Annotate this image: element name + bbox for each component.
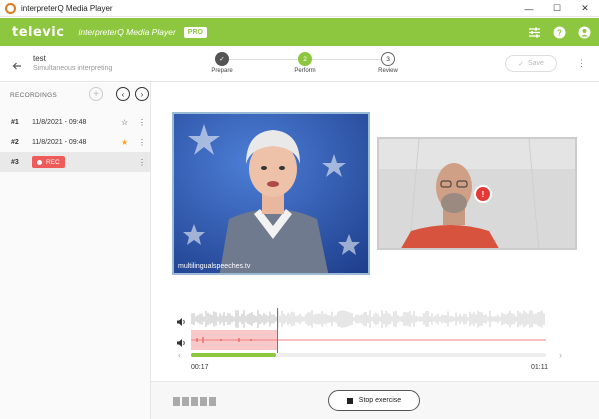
stop-icon: [346, 397, 353, 404]
step-review[interactable]: 3: [381, 52, 395, 66]
stop-exercise-button[interactable]: Stop exercise: [328, 390, 420, 411]
exercise-bar: test Simultaneous interpreting ✓ Prepare…: [0, 46, 599, 82]
more-options-icon[interactable]: ⋮: [138, 158, 146, 167]
recording-item[interactable]: #2 11/8/2021 - 09:48 ★ ⋮: [0, 132, 150, 152]
more-options-icon[interactable]: ⋮: [138, 138, 146, 147]
timeline-progress: [191, 353, 277, 357]
speaker-volume-icon[interactable]: [176, 314, 186, 332]
recordings-title: RECORDINGS: [10, 92, 58, 99]
stepper: ✓ Prepare 2 Perform 3 Review: [210, 52, 400, 80]
app-header: televic interpreterQ Media Player PRO ?: [0, 18, 599, 46]
recording-item-selected[interactable]: #3 REC ⋮: [0, 152, 150, 172]
help-icon[interactable]: ?: [553, 26, 566, 39]
video-watermark: multilingualspeeches.tv: [178, 263, 251, 270]
interpretation-audio-waveform[interactable]: [191, 330, 546, 350]
recording-number: #1: [11, 118, 19, 126]
speaker-video-frame: [174, 114, 368, 273]
rec-badge: REC: [32, 156, 65, 168]
recording-number: #3: [11, 158, 19, 166]
close-button[interactable]: ✕: [571, 0, 599, 17]
step-prepare-label: Prepare: [211, 68, 233, 74]
settings-sliders-icon[interactable]: [528, 26, 541, 39]
source-video[interactable]: multilingualspeeches.tv: [172, 112, 370, 275]
recordings-sidebar: RECORDINGS + ‹ › #1 11/8/2021 - 09:48 ☆ …: [0, 83, 151, 419]
step-prepare-check-icon[interactable]: ✓: [215, 52, 229, 66]
window-title: interpreterQ Media Player: [21, 3, 113, 13]
chevron-right-icon[interactable]: ›: [559, 350, 562, 360]
more-options-icon[interactable]: ⋮: [138, 118, 146, 127]
total-time: 01:11: [531, 364, 548, 371]
record-dot-icon: [37, 159, 42, 165]
recording-date: 11/8/2021 - 09:48: [32, 118, 87, 126]
star-filled-icon[interactable]: ★: [121, 138, 128, 147]
app-title: interpreterQ Media Player: [78, 27, 176, 37]
rec-badge-label: REC: [46, 158, 60, 166]
bottom-controls: Stop exercise: [151, 381, 599, 419]
step-perform-label: Perform: [294, 68, 316, 74]
more-options-icon[interactable]: ⋮: [577, 58, 586, 69]
recording-date: 11/8/2021 - 09:48: [32, 138, 87, 146]
account-icon[interactable]: [578, 26, 591, 39]
window-titlebar: interpreterQ Media Player — ☐ ✕: [0, 0, 599, 17]
save-label: Save: [527, 60, 544, 67]
exercise-subtitle: Simultaneous interpreting: [33, 65, 113, 72]
step-review-label: Review: [378, 68, 398, 74]
timeline-scrollbar[interactable]: [191, 353, 546, 357]
minimize-button[interactable]: —: [515, 0, 543, 17]
televic-logo: televic: [12, 24, 65, 40]
next-recording-button[interactable]: ›: [135, 87, 149, 101]
check-icon: ✓: [518, 60, 524, 68]
maximize-button[interactable]: ☐: [543, 0, 571, 17]
svg-text:?: ?: [557, 28, 562, 37]
step-perform[interactable]: 2: [298, 52, 312, 66]
star-outline-icon[interactable]: ☆: [121, 118, 128, 127]
warning-alert-icon[interactable]: !: [474, 185, 492, 203]
back-arrow-icon[interactable]: [12, 58, 22, 76]
current-time: 00:17: [191, 364, 209, 371]
recording-number: #2: [11, 138, 19, 146]
chevron-left-icon[interactable]: ‹: [178, 350, 181, 360]
save-button[interactable]: ✓ Save: [505, 55, 557, 72]
app-icon: [5, 2, 16, 14]
exercise-title: test: [33, 54, 46, 63]
add-recording-button[interactable]: +: [89, 87, 103, 101]
source-audio-waveform[interactable]: [191, 309, 546, 329]
webcam-video[interactable]: !: [377, 137, 577, 250]
recording-item[interactable]: #1 11/8/2021 - 09:48 ☆ ⋮: [0, 112, 150, 132]
prev-recording-button[interactable]: ‹: [116, 87, 130, 101]
stop-exercise-label: Stop exercise: [358, 397, 402, 404]
pro-badge: PRO: [183, 26, 207, 38]
audio-level-meter: [173, 397, 216, 406]
playhead[interactable]: [277, 308, 278, 354]
